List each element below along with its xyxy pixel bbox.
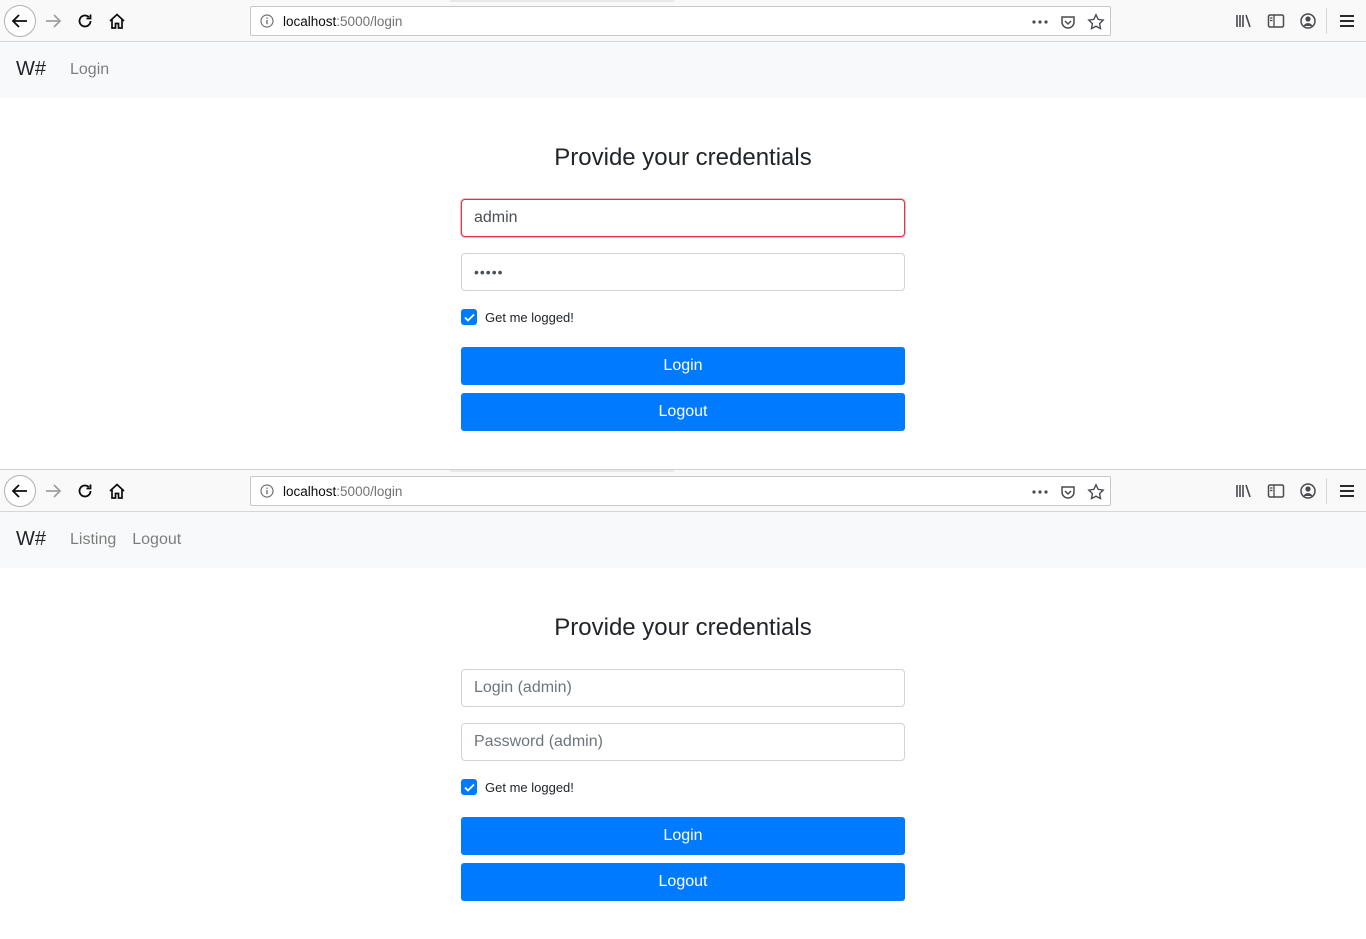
nav-links: Login [62,60,117,80]
back-arrow-icon [11,14,27,28]
home-button[interactable] [101,5,133,37]
toolbar-separator [1326,8,1327,34]
toolbar-separator [1326,478,1327,504]
password-placeholder: Password (admin) [474,733,603,750]
hamburger-menu-icon[interactable] [1337,481,1357,501]
remember-me-label: Get me logged! [485,779,574,795]
nav-link-logout[interactable]: Logout [124,530,189,550]
info-icon [260,14,274,28]
checkmark-icon [463,783,475,792]
pocket-icon[interactable] [1058,482,1078,502]
login-button[interactable]: Login [461,347,905,385]
remember-me-row[interactable]: Get me logged! [461,779,574,795]
logout-button[interactable]: Logout [461,393,905,431]
login-input[interactable]: admin [461,199,905,237]
page-title: Provide your credentials [554,614,812,641]
reload-button[interactable] [69,5,101,37]
forward-arrow-icon [46,484,62,498]
home-button[interactable] [101,475,133,507]
library-icon[interactable] [1234,481,1254,501]
browser-toolbar: localhost:5000/login [0,470,1366,512]
back-button[interactable] [4,475,36,507]
reload-icon [78,484,92,498]
tab-strip-edge [450,0,674,2]
back-arrow-icon [11,484,27,498]
account-icon[interactable] [1298,11,1318,31]
nav-link-listing[interactable]: Listing [62,530,124,550]
checkmark-icon [463,313,475,322]
home-icon [109,13,125,29]
password-input[interactable]: Password (admin) [461,723,905,761]
brand-logo[interactable]: W# [16,528,46,551]
remember-me-row[interactable]: Get me logged! [461,309,574,325]
reload-icon [78,14,92,28]
account-icon[interactable] [1298,481,1318,501]
password-input[interactable]: ••••• [461,253,905,291]
nav-links: Listing Logout [62,530,189,550]
sidebar-toggle-icon[interactable] [1266,11,1286,31]
info-icon [260,484,274,498]
nav-link-login[interactable]: Login [62,60,117,80]
browser-window-top: localhost:5000/login W# Login Provide yo… [0,0,1366,469]
url-bar[interactable]: localhost:5000/login [250,6,1111,36]
bookmark-star-icon[interactable] [1086,482,1106,502]
remember-me-checkbox[interactable] [461,309,477,325]
site-navbar: W# Listing Logout [0,512,1366,568]
browser-toolbar: localhost:5000/login [0,0,1366,42]
remember-me-label: Get me logged! [485,309,574,325]
remember-me-checkbox[interactable] [461,779,477,795]
login-input[interactable]: Login (admin) [461,669,905,707]
url-text: localhost:5000/login [283,484,403,499]
login-placeholder: Login (admin) [474,679,572,696]
forward-button[interactable] [37,5,69,37]
browser-window-bottom: localhost:5000/login W# Listing Logout P… [0,469,1366,939]
url-text: localhost:5000/login [283,14,403,29]
reload-button[interactable] [69,475,101,507]
page-actions-icon[interactable] [1030,482,1050,502]
url-bar[interactable]: localhost:5000/login [250,476,1111,506]
bookmark-star-icon[interactable] [1086,12,1106,32]
hamburger-menu-icon[interactable] [1337,11,1357,31]
login-button[interactable]: Login [461,817,905,855]
logout-button[interactable]: Logout [461,863,905,901]
home-icon [109,483,125,499]
page-actions-icon[interactable] [1030,12,1050,32]
forward-button[interactable] [37,475,69,507]
forward-arrow-icon [46,14,62,28]
sidebar-toggle-icon[interactable] [1266,481,1286,501]
library-icon[interactable] [1234,11,1254,31]
back-button[interactable] [4,5,36,37]
brand-logo[interactable]: W# [16,58,46,81]
tab-strip-edge [450,470,674,472]
site-navbar: W# Login [0,42,1366,98]
page-title: Provide your credentials [554,144,812,171]
pocket-icon[interactable] [1058,12,1078,32]
